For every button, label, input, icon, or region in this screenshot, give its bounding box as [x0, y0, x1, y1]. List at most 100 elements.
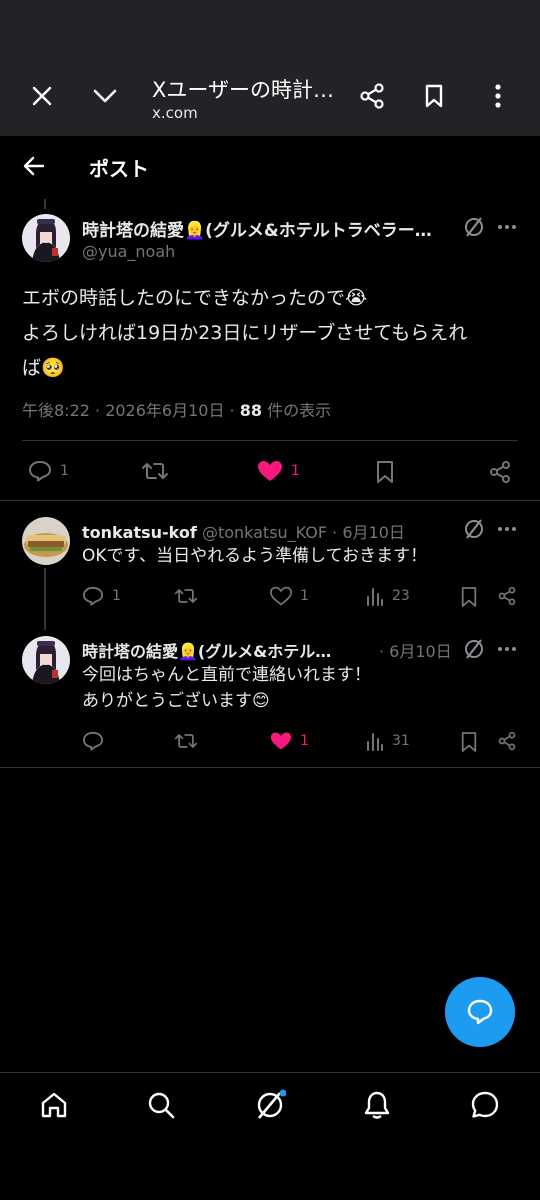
- search-icon: [148, 1092, 175, 1119]
- bookmark-page-button[interactable]: [410, 72, 458, 120]
- more-options-button[interactable]: [497, 640, 517, 658]
- like-button[interactable]: 1: [257, 460, 300, 482]
- grok-button[interactable]: [463, 216, 487, 240]
- bookmark-button[interactable]: [375, 460, 395, 484]
- more-vertical-icon: [495, 84, 501, 108]
- close-icon: [32, 86, 52, 106]
- grok-icon: [465, 519, 483, 539]
- minimize-button[interactable]: [81, 72, 129, 120]
- share-post-button[interactable]: [497, 731, 517, 751]
- repost-button[interactable]: [174, 731, 198, 751]
- nav-grok[interactable]: [250, 1085, 290, 1125]
- nav-messages[interactable]: [465, 1085, 505, 1125]
- repost-button[interactable]: [141, 460, 169, 482]
- grok-button[interactable]: [463, 638, 485, 660]
- comment-icon: [29, 461, 51, 482]
- views-count: 23: [392, 588, 410, 604]
- avatar[interactable]: [22, 636, 70, 684]
- reply-header: tonkatsu-kof @tonkatsu_KOF · 6月10日: [82, 519, 405, 543]
- heart-filled-icon: [270, 732, 292, 750]
- nav-search[interactable]: [141, 1085, 181, 1125]
- reply-text: OKです、当日やれるよう準備しておきます！: [82, 546, 428, 566]
- heart-filled-icon: [258, 461, 282, 481]
- comment-icon: [83, 586, 103, 606]
- avatar-image: [22, 214, 70, 262]
- more-options-button[interactable]: [497, 520, 517, 538]
- share-button[interactable]: [348, 72, 396, 120]
- close-button[interactable]: [18, 72, 66, 120]
- grok-icon: [465, 217, 483, 237]
- comment-plus-icon: [467, 999, 493, 1025]
- messages-icon: [471, 1091, 499, 1118]
- avatar-image: [22, 636, 70, 684]
- bookmark-button[interactable]: [460, 731, 478, 753]
- views-button[interactable]: 31: [366, 731, 410, 751]
- bookmark-icon: [461, 732, 477, 752]
- views-button[interactable]: 23: [366, 586, 410, 606]
- divider: [22, 440, 518, 441]
- status-bar: [0, 0, 540, 56]
- like-count: 1: [300, 733, 309, 749]
- reply-text: 今回はちゃんと直前で連絡いれます！ ありがとうございます😊: [82, 662, 371, 714]
- bell-icon: [364, 1091, 390, 1119]
- like-count: 1: [300, 588, 309, 604]
- home-icon: [41, 1092, 67, 1118]
- nav-home[interactable]: [34, 1085, 74, 1125]
- post-timestamp[interactable]: 午後8:22 · 2026年6月10日 ·: [22, 401, 240, 420]
- post-text-line: よろしければ19日か23日にリザーブさせてもらえれ: [22, 322, 468, 344]
- reply-count: 1: [112, 588, 121, 604]
- repost-icon: [174, 734, 198, 748]
- analytics-icon: [367, 733, 383, 751]
- reply-count: 1: [60, 463, 69, 479]
- repost-icon: [174, 589, 198, 603]
- author-handle[interactable]: @yua_noah: [82, 242, 175, 261]
- more-horizontal-icon: [498, 225, 516, 229]
- more-options-button[interactable]: [497, 218, 519, 236]
- repost-icon: [142, 463, 168, 479]
- reply-button[interactable]: [82, 731, 104, 751]
- chevron-down-icon: [93, 89, 117, 103]
- author-name[interactable]: 時計塔の結愛👱‍♀️(グルメ&ホテル…: [82, 638, 368, 662]
- repost-button[interactable]: [174, 586, 198, 606]
- reply-date[interactable]: · 6月10日: [379, 638, 452, 662]
- share-icon: [498, 731, 516, 751]
- share-icon: [490, 461, 510, 483]
- author-name[interactable]: tonkatsu-kof: [82, 523, 197, 542]
- bookmark-button[interactable]: [460, 586, 478, 608]
- reply-button[interactable]: 1: [28, 460, 69, 482]
- avatar[interactable]: [22, 214, 70, 262]
- browser-url: x.com: [152, 104, 198, 122]
- author-handle-date[interactable]: @tonkatsu_KOF · 6月10日: [202, 523, 405, 542]
- grok-button[interactable]: [463, 518, 485, 540]
- thread-line-top: [44, 199, 46, 209]
- share-post-button[interactable]: [488, 460, 512, 484]
- views-count: 88: [239, 401, 262, 420]
- like-button[interactable]: 1: [270, 586, 309, 606]
- share-post-button[interactable]: [497, 586, 517, 606]
- like-button[interactable]: 1: [270, 731, 309, 751]
- post-text-line: エボの時話したのにできなかったので😭: [22, 287, 368, 309]
- views-label: 件の表示: [261, 401, 332, 420]
- reply-text-line: 今回はちゃんと直前で連絡いれます！: [82, 665, 371, 685]
- nav-notifications[interactable]: [357, 1085, 397, 1125]
- browser-toolbar: Xユーザーの時計塔の結愛 x.com: [0, 56, 540, 136]
- like-count: 1: [291, 463, 300, 479]
- share-icon: [360, 83, 384, 109]
- bookmark-icon: [461, 587, 477, 607]
- compose-reply-button[interactable]: [445, 977, 515, 1047]
- system-navigation-bar: [0, 1136, 540, 1200]
- share-icon: [498, 586, 516, 606]
- author-name[interactable]: 時計塔の結愛👱‍♀️(グルメ&ホテルトラベラー…: [82, 216, 458, 241]
- avatar[interactable]: [22, 517, 70, 565]
- avatar-image: [22, 517, 70, 565]
- more-menu-button[interactable]: [474, 72, 522, 120]
- arrow-left-icon: [23, 156, 45, 176]
- post-text-line: ば🥺: [22, 357, 65, 379]
- reply-button[interactable]: 1: [82, 586, 121, 606]
- bottom-navigation: [0, 1072, 540, 1136]
- bookmark-icon: [425, 84, 443, 108]
- back-button[interactable]: [12, 144, 56, 188]
- views-count: 31: [392, 733, 410, 749]
- post-meta: 午後8:22 · 2026年6月10日 · 88 件の表示: [22, 397, 331, 421]
- page-title: ポスト: [89, 157, 149, 181]
